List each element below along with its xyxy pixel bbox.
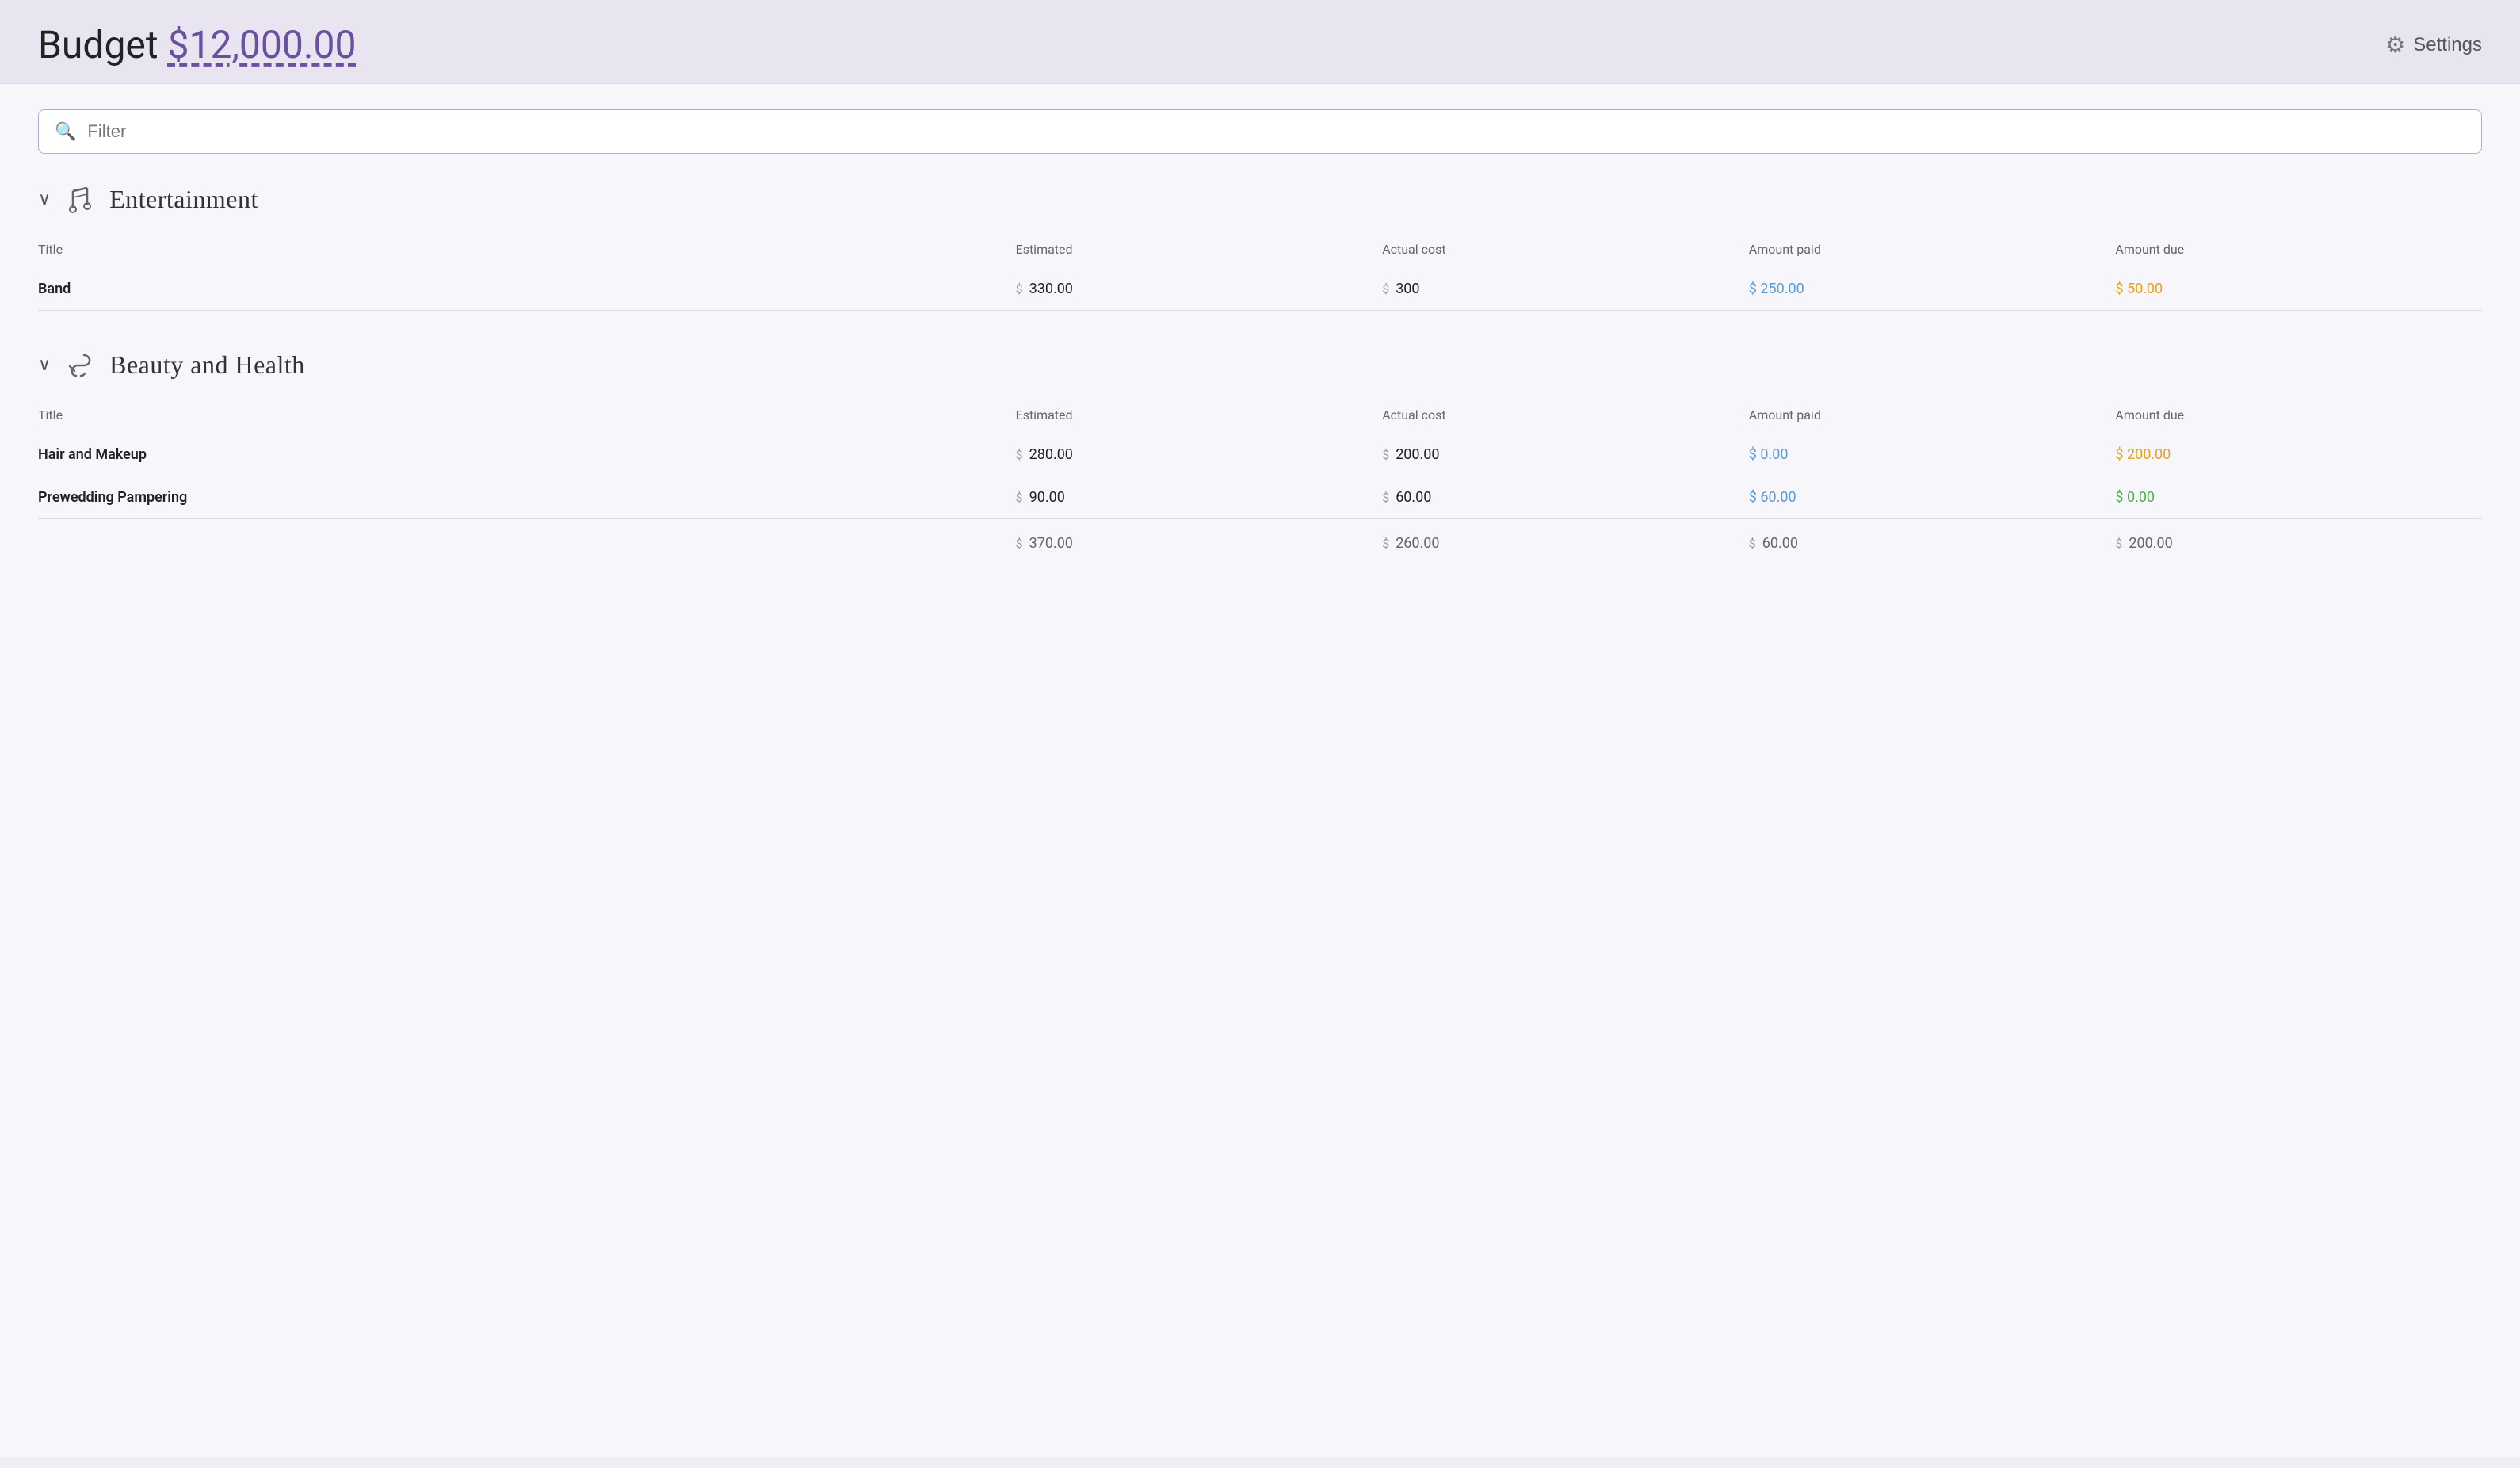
col-title: Title	[38, 235, 1016, 268]
item-actual-cost: $ 60.00	[1382, 476, 1749, 519]
item-amount-paid: $ 0.00	[1749, 434, 2116, 476]
gear-icon: ⚙	[2385, 32, 2405, 58]
chevron-down-icon: ∨	[38, 355, 51, 375]
budget-title: Budget $12,000.00	[38, 22, 356, 67]
table-header-row: Title Estimated Actual cost Amount paid …	[38, 235, 2482, 268]
subtotal-paid: $ 60.00	[1749, 519, 2116, 565]
category-header-beauty-health[interactable]: ∨ Beauty and Health	[38, 349, 2482, 383]
budget-table-beauty-health: Title Estimated Actual cost Amount paid …	[38, 401, 2482, 564]
settings-button[interactable]: ⚙ Settings	[2385, 32, 2482, 58]
col-amount-paid: Amount paid	[1749, 401, 2116, 434]
dollar-sign: $	[1016, 490, 1023, 505]
table-row: Hair and Makeup $ 280.00 $ 200.00 $ 0.00	[38, 434, 2482, 476]
main-content: 🔍 ∨ Entertainment Title Estimated Actual…	[0, 84, 2520, 1457]
col-estimated: Estimated	[1016, 401, 1383, 434]
category-icon-beauty-health	[63, 349, 97, 383]
item-title: Hair and Makeup	[38, 434, 1016, 476]
item-amount-due: $ 200.00	[2115, 434, 2482, 476]
col-title: Title	[38, 401, 1016, 434]
category-section-entertainment: ∨ Entertainment Title Estimated Actual c…	[38, 182, 2482, 311]
col-amount-paid: Amount paid	[1749, 235, 2116, 268]
item-title: Prewedding Pampering	[38, 476, 1016, 519]
item-estimated: $ 330.00	[1016, 268, 1383, 311]
item-title: Band	[38, 268, 1016, 311]
budget-label: Budget	[38, 22, 158, 67]
category-section-beauty-health: ∨ Beauty and Health Title Estimated Actu…	[38, 349, 2482, 565]
filter-input[interactable]	[87, 121, 2465, 142]
category-title-entertainment: Entertainment	[109, 185, 258, 214]
subtotal-due: $ 200.00	[2115, 519, 2482, 565]
col-actual-cost: Actual cost	[1382, 235, 1749, 268]
dollar-sign: $	[1016, 281, 1023, 296]
category-header-entertainment[interactable]: ∨ Entertainment	[38, 182, 2482, 216]
item-actual-cost: $ 200.00	[1382, 434, 1749, 476]
col-amount-due: Amount due	[2115, 401, 2482, 434]
filter-input-wrapper: 🔍	[38, 109, 2482, 154]
item-amount-paid: $ 250.00	[1749, 268, 2116, 311]
category-icon-entertainment	[63, 182, 97, 216]
table-row: Prewedding Pampering $ 90.00 $ 60.00 $ 6…	[38, 476, 2482, 519]
dollar-sign: $	[1382, 447, 1389, 462]
subtotal-row: $ 370.00 $ 260.00 $ 60.00	[38, 519, 2482, 565]
dollar-sign: $	[1016, 447, 1023, 462]
col-actual-cost: Actual cost	[1382, 401, 1749, 434]
item-amount-due: $ 0.00	[2115, 476, 2482, 519]
filter-container: 🔍	[38, 109, 2482, 154]
col-amount-due: Amount due	[2115, 235, 2482, 268]
budget-table-entertainment: Title Estimated Actual cost Amount paid …	[38, 235, 2482, 311]
item-estimated: $ 90.00	[1016, 476, 1383, 519]
search-icon: 🔍	[55, 122, 76, 142]
table-row: Band $ 330.00 $ 300 $ 250.00	[38, 268, 2482, 311]
subtotal-actual: $ 260.00	[1382, 519, 1749, 565]
subtotal-estimated: $ 370.00	[1016, 519, 1383, 565]
categories-container: ∨ Entertainment Title Estimated Actual c…	[38, 182, 2482, 564]
item-amount-due: $ 50.00	[2115, 268, 2482, 311]
item-estimated: $ 280.00	[1016, 434, 1383, 476]
item-actual-cost: $ 300	[1382, 268, 1749, 311]
col-estimated: Estimated	[1016, 235, 1383, 268]
settings-label: Settings	[2413, 34, 2482, 56]
dollar-sign: $	[1382, 490, 1389, 505]
category-title-beauty-health: Beauty and Health	[109, 350, 305, 380]
item-amount-paid: $ 60.00	[1749, 476, 2116, 519]
page-header: Budget $12,000.00 ⚙ Settings	[0, 0, 2520, 84]
table-header-row: Title Estimated Actual cost Amount paid …	[38, 401, 2482, 434]
chevron-down-icon: ∨	[38, 189, 51, 209]
dollar-sign: $	[1382, 281, 1389, 296]
budget-amount[interactable]: $12,000.00	[168, 22, 357, 67]
